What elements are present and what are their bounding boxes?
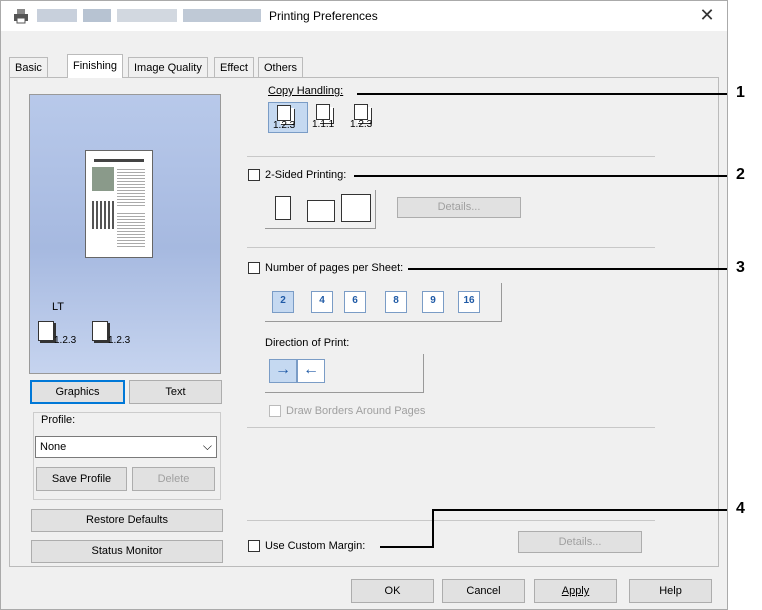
help-button[interactable]: Help — [629, 579, 712, 603]
profile-select[interactable]: None ⌵ — [35, 436, 217, 458]
direction-right-to-left[interactable]: ← — [297, 359, 325, 383]
delete-profile-button[interactable]: Delete — [132, 467, 215, 491]
section-divider — [247, 520, 655, 521]
preview-page — [85, 150, 153, 258]
profile-label: Profile: — [39, 414, 78, 426]
tab-others[interactable]: Others — [258, 57, 304, 77]
tab-basic[interactable]: Basic — [9, 57, 48, 77]
copy-handling-option-sort[interactable]: 1.2.3 — [268, 102, 308, 133]
callout-line-2 — [354, 175, 727, 177]
tab-finishing[interactable]: Finishing — [67, 54, 124, 78]
copy-order-icon — [38, 321, 54, 341]
redacted-printer-name — [183, 9, 261, 22]
section-divider — [247, 156, 655, 157]
section-divider — [247, 427, 655, 428]
close-icon[interactable]: ✕ — [695, 5, 719, 26]
pages-per-sheet-label: Number of pages per Sheet: — [265, 262, 404, 274]
direction-left-to-right[interactable]: → — [269, 359, 297, 383]
window-title: Printing Preferences — [269, 9, 378, 23]
draw-borders-label: Draw Borders Around Pages — [286, 405, 426, 417]
cancel-button[interactable]: Cancel — [442, 579, 525, 603]
callout-line-4 — [432, 509, 434, 548]
two-sided-checkbox[interactable] — [248, 169, 260, 181]
save-profile-button[interactable]: Save Profile — [36, 467, 127, 491]
pages-option-16[interactable]: 16 — [458, 291, 480, 313]
print-preview: LT 1.2.3 1.2.3 — [29, 94, 221, 374]
copy-handling-option-group[interactable]: 1.1.1 — [308, 102, 344, 131]
status-monitor-button[interactable]: Status Monitor — [31, 540, 223, 563]
title-bar: Printing Preferences ✕ — [1, 1, 727, 31]
redacted-printer-name — [83, 9, 111, 22]
direction-label: Direction of Print: — [265, 337, 350, 349]
ok-button[interactable]: OK — [351, 579, 434, 603]
copy-handling-sort-icon — [277, 105, 291, 121]
one-sided-icon[interactable] — [275, 196, 291, 220]
printing-preferences-window: Printing Preferences ✕ Basic Finishing I… — [0, 0, 728, 610]
apply-button[interactable]: Apply — [534, 579, 617, 603]
copy-order-label: 1.2.3 — [54, 335, 77, 346]
callout-line-4 — [432, 509, 727, 511]
printer-icon — [14, 9, 28, 24]
flip-long-edge-icon[interactable] — [341, 194, 371, 222]
copy-handling-label: Copy Handling: — [268, 85, 344, 97]
two-sided-label: 2-Sided Printing: — [265, 169, 347, 181]
preview-heading — [94, 159, 144, 162]
callout-4: 4 — [736, 500, 745, 517]
section-divider — [247, 247, 655, 248]
pages-option-9[interactable]: 9 — [422, 291, 444, 313]
custom-margin-label: Use Custom Margin: — [265, 540, 366, 552]
flip-short-edge-icon[interactable] — [307, 200, 335, 222]
copy-handling-group-icon — [316, 104, 330, 120]
two-sided-details-button[interactable]: Details... — [397, 197, 521, 218]
callout-line-4 — [380, 546, 434, 548]
custom-margin-details-button[interactable]: Details... — [518, 531, 642, 553]
tab-image-quality[interactable]: Image Quality — [128, 57, 208, 77]
chevron-down-icon: ⌵ — [202, 439, 212, 453]
profile-selected-value: None — [40, 441, 67, 453]
copy-order-icon — [92, 321, 108, 341]
copy-handling-option-label: 1.2.3 — [273, 120, 296, 131]
copy-handling-option-label: 1.2.3 — [350, 119, 373, 130]
callout-3: 3 — [736, 259, 745, 276]
pages-option-6[interactable]: 6 — [344, 291, 366, 313]
pages-per-sheet-checkbox[interactable] — [248, 262, 260, 274]
graphics-button[interactable]: Graphics — [30, 380, 125, 404]
copy-handling-rotate-icon — [354, 104, 368, 120]
callout-line-3 — [408, 268, 727, 270]
pages-option-8[interactable]: 8 — [385, 291, 407, 313]
tab-effect[interactable]: Effect — [214, 57, 254, 77]
redacted-printer-name — [117, 9, 177, 22]
redacted-printer-name — [37, 9, 77, 22]
two-sided-options — [265, 190, 376, 229]
callout-2: 2 — [736, 166, 745, 183]
text-button[interactable]: Text — [129, 380, 222, 404]
preview-text-block — [117, 211, 145, 249]
preview-chart — [92, 201, 114, 229]
copy-handling-option-rotate[interactable]: 1.2.3 — [346, 102, 382, 131]
copy-handling-option-label: 1.1.1 — [312, 119, 335, 130]
preview-text-block — [117, 167, 145, 207]
draw-borders-checkbox[interactable] — [269, 405, 281, 417]
callout-1: 1 — [736, 84, 745, 101]
paper-size-label: LT — [52, 301, 65, 313]
pages-option-2[interactable]: 2 — [272, 291, 294, 313]
pages-option-4[interactable]: 4 — [311, 291, 333, 313]
preview-photo — [92, 167, 114, 191]
restore-defaults-button[interactable]: Restore Defaults — [31, 509, 223, 532]
copy-order-label: 1.2.3 — [108, 335, 131, 346]
custom-margin-checkbox[interactable] — [248, 540, 260, 552]
callout-line-1 — [357, 93, 727, 95]
